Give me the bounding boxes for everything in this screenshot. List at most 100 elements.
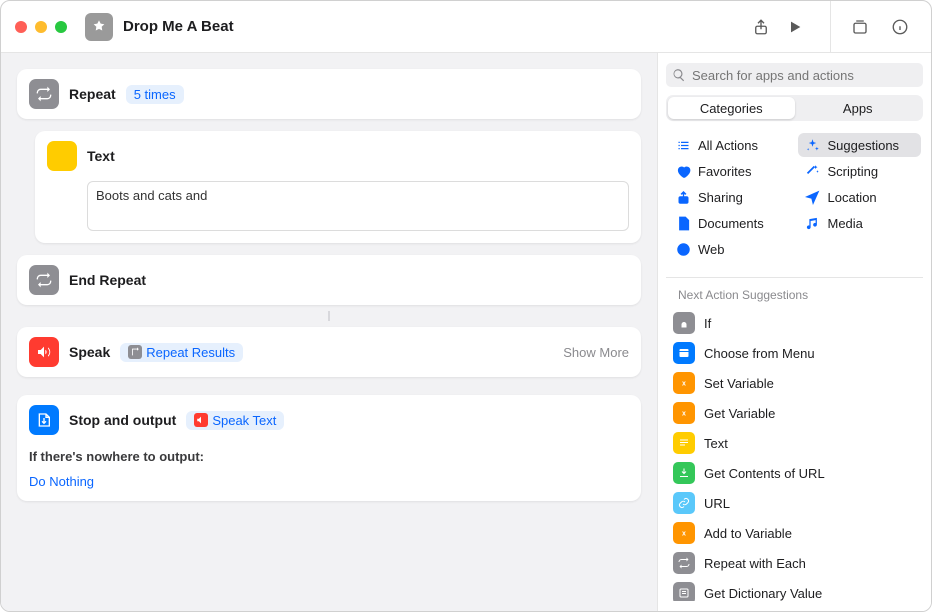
- repeat-title: Repeat: [69, 86, 116, 102]
- svg-text:x: x: [682, 411, 686, 418]
- stop-output-if-label: If there's nowhere to output:: [17, 445, 641, 474]
- speak-text-mini-icon: [194, 413, 208, 427]
- suggestion-label: Repeat with Each: [704, 556, 806, 571]
- category-web[interactable]: Web: [668, 237, 792, 261]
- workflow-editor[interactable]: Repeat 5 times Text Boots and cats and: [1, 53, 657, 611]
- action-speak[interactable]: Speak Repeat Results Show More: [17, 327, 641, 377]
- text-title: Text: [87, 148, 115, 164]
- stop-output-icon: [29, 405, 59, 435]
- minimize-window[interactable]: [35, 21, 47, 33]
- stop-output-do-nothing[interactable]: Do Nothing: [29, 474, 94, 489]
- category-location[interactable]: Location: [798, 185, 922, 209]
- category-all[interactable]: All Actions: [668, 133, 792, 157]
- suggestion-label: Add to Variable: [704, 526, 792, 541]
- category-media[interactable]: Media: [798, 211, 922, 235]
- documents-icon: [675, 215, 691, 231]
- category-scripting[interactable]: Scripting: [798, 159, 922, 183]
- action-stop-output[interactable]: Stop and output Speak Text If there's no…: [17, 395, 641, 501]
- location-icon: [805, 189, 821, 205]
- suggestion-label: If: [704, 316, 711, 331]
- suggestion-set-variable[interactable]: x Set Variable: [666, 368, 923, 398]
- stop-output-param-label: Speak Text: [212, 413, 276, 428]
- tab-apps[interactable]: Apps: [795, 97, 922, 119]
- url-icon: [673, 492, 695, 514]
- repeat-with-each-icon: [673, 552, 695, 574]
- category-label: Web: [698, 242, 725, 257]
- add-to-variable-icon: x: [673, 522, 695, 544]
- category-sharing[interactable]: Sharing: [668, 185, 792, 209]
- category-label: Suggestions: [828, 138, 900, 153]
- suggestions-icon: [805, 137, 821, 153]
- category-label: Sharing: [698, 190, 743, 205]
- category-label: Documents: [698, 216, 764, 231]
- category-label: All Actions: [698, 138, 758, 153]
- suggestion-label: Get Variable: [704, 406, 775, 421]
- end-repeat-title: End Repeat: [69, 272, 146, 288]
- close-window[interactable]: [15, 21, 27, 33]
- suggestion-label: Text: [704, 436, 728, 451]
- category-label: Favorites: [698, 164, 751, 179]
- get-dictionary-value-icon: [673, 582, 695, 601]
- category-grid: All Actions Suggestions Favorites Scripting…: [666, 129, 923, 265]
- get-variable-icon: x: [673, 402, 695, 424]
- suggestion-choose-from-menu[interactable]: Choose from Menu: [666, 338, 923, 368]
- speak-param[interactable]: Repeat Results: [120, 343, 243, 362]
- library-tabs: Categories Apps: [666, 95, 923, 121]
- if-icon: [673, 312, 695, 334]
- page-title: Drop Me A Beat: [123, 18, 234, 35]
- suggestion-url[interactable]: URL: [666, 488, 923, 518]
- repeat-count-param[interactable]: 5 times: [126, 85, 184, 104]
- suggestion-get-variable[interactable]: x Get Variable: [666, 398, 923, 428]
- stop-output-title: Stop and output: [69, 412, 176, 428]
- media-icon: [805, 215, 821, 231]
- stop-output-param[interactable]: Speak Text: [186, 411, 284, 430]
- suggestion-get-contents-of-url[interactable]: Get Contents of URL: [666, 458, 923, 488]
- category-suggestions[interactable]: Suggestions: [798, 133, 922, 157]
- run-button[interactable]: [778, 13, 812, 41]
- category-label: Scripting: [828, 164, 879, 179]
- category-documents[interactable]: Documents: [668, 211, 792, 235]
- speak-icon: [29, 337, 59, 367]
- scripting-icon: [805, 163, 821, 179]
- search-icon: [672, 68, 686, 82]
- info-button[interactable]: [883, 13, 917, 41]
- suggestion-label: Get Contents of URL: [704, 466, 825, 481]
- all-icon: [675, 137, 691, 153]
- shortcut-app-icon: [85, 13, 113, 41]
- suggestion-if[interactable]: If: [666, 308, 923, 338]
- speak-show-more[interactable]: Show More: [563, 345, 629, 360]
- suggestion-get-dictionary-value[interactable]: Get Dictionary Value: [666, 578, 923, 601]
- suggestion-add-to-variable[interactable]: x Add to Variable: [666, 518, 923, 548]
- suggestion-repeat-with-each[interactable]: Repeat with Each: [666, 548, 923, 578]
- text-content-input[interactable]: Boots and cats and: [87, 181, 629, 231]
- text-icon: [47, 141, 77, 171]
- library-button[interactable]: [843, 13, 877, 41]
- suggestion-text[interactable]: Text: [666, 428, 923, 458]
- repeat-results-mini-icon: [128, 345, 142, 359]
- text-icon: [673, 432, 695, 454]
- svg-text:x: x: [682, 531, 686, 538]
- choose-from-menu-icon: [673, 342, 695, 364]
- end-repeat-icon: [29, 265, 59, 295]
- set-variable-icon: x: [673, 372, 695, 394]
- suggestions-list: If Choose from Menu x Set Variable x Get Vari…: [666, 308, 923, 601]
- share-button[interactable]: [744, 13, 778, 41]
- category-favorites[interactable]: Favorites: [668, 159, 792, 183]
- tab-categories[interactable]: Categories: [668, 97, 795, 119]
- suggestions-header: Next Action Suggestions: [666, 286, 923, 308]
- favorites-icon: [675, 163, 691, 179]
- category-label: Location: [828, 190, 877, 205]
- action-text[interactable]: Text Boots and cats and: [35, 131, 641, 243]
- action-repeat[interactable]: Repeat 5 times: [17, 69, 641, 119]
- connector: [328, 311, 330, 321]
- suggestion-label: Choose from Menu: [704, 346, 815, 361]
- web-icon: [675, 241, 691, 257]
- zoom-window[interactable]: [55, 21, 67, 33]
- suggestion-label: Set Variable: [704, 376, 774, 391]
- suggestion-label: Get Dictionary Value: [704, 586, 822, 601]
- action-end-repeat[interactable]: End Repeat: [17, 255, 641, 305]
- search-input[interactable]: [666, 63, 923, 87]
- search-container: [666, 63, 923, 87]
- suggestions-section: Next Action Suggestions If Choose from Me…: [666, 277, 923, 601]
- svg-text:x: x: [682, 381, 686, 388]
